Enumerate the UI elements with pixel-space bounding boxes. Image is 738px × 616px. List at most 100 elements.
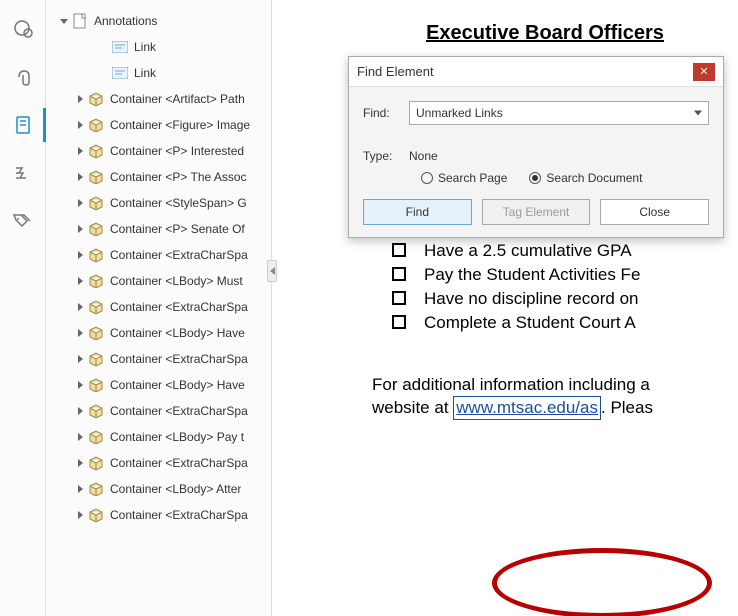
chevron-right-icon[interactable] [74,145,86,157]
chevron-right-icon[interactable] [74,197,86,209]
tree-item-annotations[interactable]: Annotations [46,8,271,34]
dialog-titlebar[interactable]: Find Element ✕ [349,57,723,87]
annotation-circle [492,548,712,616]
select-value: Unmarked Links [416,106,503,120]
tree-label: Container <P> The Assoc [110,170,247,184]
document-icon [72,13,88,29]
box-icon [88,377,104,393]
box-icon [88,325,104,341]
chevron-right-icon[interactable] [74,457,86,469]
radio-icon [421,172,433,184]
tree-item-container[interactable]: Container <StyleSpan> G [46,190,271,216]
chevron-right-icon[interactable] [74,379,86,391]
find-button[interactable]: Find [363,199,472,225]
tree-label: Container <LBody> Pay t [110,430,244,444]
order-tree-panel: Annotations Link Link Container <Artifac [46,0,272,616]
box-icon [88,91,104,107]
comment-icon[interactable] [12,18,34,40]
find-label: Find: [363,106,409,120]
list-item: Have no discipline record on [392,288,738,310]
box-icon [88,247,104,263]
bullet-text: Have a 2.5 cumulative GPA [424,240,632,262]
order-panel-icon[interactable] [12,114,34,136]
tree-item-link[interactable]: Link [46,60,271,86]
tree-label: Container <P> Interested [110,144,244,158]
box-icon [88,429,104,445]
tree-label: Container <ExtraCharSpa [110,508,248,522]
close-button[interactable]: Close [600,199,709,225]
chevron-right-icon[interactable] [74,327,86,339]
box-icon [88,403,104,419]
close-icon[interactable]: ✕ [693,63,715,81]
tree-item-link[interactable]: Link [46,34,271,60]
tree-item-container[interactable]: Container <ExtraCharSpa [46,294,271,320]
chevron-right-icon[interactable] [74,119,86,131]
attachment-icon[interactable] [12,66,34,88]
tree-item-container[interactable]: Container <P> Interested [46,138,271,164]
list-item: Pay the Student Activities Fe [392,264,738,286]
radio-search-page[interactable]: Search Page [421,171,507,185]
tree-label: Container <ExtraCharSpa [110,300,248,314]
tree-label: Container <ExtraCharSpa [110,352,248,366]
tree-label: Link [134,40,156,54]
type-value: None [409,149,438,163]
tree-label: Container <P> Senate Of [110,222,245,236]
tree-item-container[interactable]: Container <ExtraCharSpa [46,242,271,268]
chevron-right-icon[interactable] [74,353,86,365]
chevron-right-icon[interactable] [74,405,86,417]
tree-item-container[interactable]: Container <ExtraCharSpa [46,346,271,372]
chevron-right-icon[interactable] [74,275,86,287]
tree-item-container[interactable]: Container <LBody> Pay t [46,424,271,450]
tree-item-container[interactable]: Container <ExtraCharSpa [46,502,271,528]
box-icon [88,481,104,497]
chevron-right-icon[interactable] [74,93,86,105]
box-icon [88,299,104,315]
panel-collapse-handle[interactable] [267,260,277,282]
chevron-right-icon[interactable] [74,483,86,495]
chevron-right-icon[interactable] [74,171,86,183]
chevron-right-icon[interactable] [74,431,86,443]
bullet-text: Pay the Student Activities Fe [424,264,640,286]
tree-label: Container <Artifact> Path [110,92,245,106]
tree-item-container[interactable]: Container <LBody> Have [46,320,271,346]
fields-icon[interactable] [12,162,34,184]
url-link[interactable]: www.mtsac.edu/as [453,396,601,420]
tree-label: Container <Figure> Image [110,118,250,132]
link-icon [112,39,128,55]
tree-item-container[interactable]: Container <P> The Assoc [46,164,271,190]
list-item: Have a 2.5 cumulative GPA [392,240,738,262]
tree-item-container[interactable]: Container <LBody> Must [46,268,271,294]
checkbox-icon [392,315,406,329]
tree-item-container[interactable]: Container <LBody> Have [46,372,271,398]
tag-element-button[interactable]: Tag Element [482,199,591,225]
box-icon [88,507,104,523]
link-icon [112,65,128,81]
radio-search-document[interactable]: Search Document [529,171,642,185]
box-icon [88,169,104,185]
box-icon [88,455,104,471]
dialog-title: Find Element [357,64,693,79]
chevron-right-icon[interactable] [74,223,86,235]
box-icon [88,273,104,289]
tree-label: Container <LBody> Have [110,378,245,392]
para-text: website at [372,398,453,417]
find-type-select[interactable]: Unmarked Links [409,101,709,125]
list-item: Complete a Student Court A [392,312,738,334]
para-text: . Pleas [601,398,653,417]
chevron-down-icon[interactable] [58,15,70,27]
tree-item-container[interactable]: Container <Artifact> Path [46,86,271,112]
tags-icon[interactable] [12,210,34,232]
tree-item-container[interactable]: Container <ExtraCharSpa [46,398,271,424]
heading-executive: Executive Board Officers [352,22,738,45]
chevron-right-icon[interactable] [74,249,86,261]
tree-item-container[interactable]: Container <LBody> Atter [46,476,271,502]
tree-label: Annotations [94,14,157,28]
tree-label: Container <LBody> Have [110,326,245,340]
tree-item-container[interactable]: Container <Figure> Image [46,112,271,138]
tree-item-container[interactable]: Container <ExtraCharSpa [46,450,271,476]
chevron-right-icon[interactable] [74,301,86,313]
chevron-right-icon[interactable] [74,509,86,521]
tree-item-container[interactable]: Container <P> Senate Of [46,216,271,242]
box-icon [88,351,104,367]
bullet-text: Have no discipline record on [424,288,639,310]
